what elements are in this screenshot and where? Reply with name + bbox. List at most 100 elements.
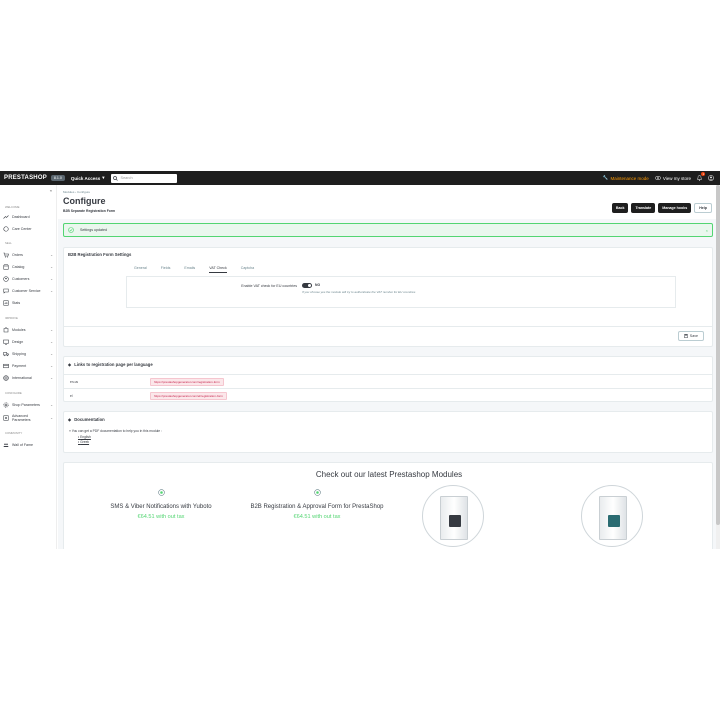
language-code: en-us [70,379,78,384]
tab-vat-check[interactable]: VAT Check [209,266,227,273]
section-improve: IMPROVE [5,316,18,320]
manage-hooks-button[interactable]: Manage hooks [658,203,692,213]
tab-fields[interactable]: Fields [161,266,171,273]
promo-title: Check out our latest Prestashop Modules [315,470,463,479]
documentation-title: Documentation [74,417,105,422]
sidebar-label-advanced-parameters: Advanced Parameters [12,414,31,422]
section-configure: CONFIGURE [5,391,22,395]
doc-link-greek[interactable]: Greek [78,440,91,444]
breadcrumb-configure: Configure [77,190,91,194]
documentation-panel: ◆ Documentation » You can get a PDF docu… [63,411,713,453]
sidebar-item-shop-parameters[interactable]: Shop Parameters ⌄ [3,402,55,408]
product-image[interactable] [422,485,484,547]
sidebar-label-modules: Modules [12,328,26,332]
settings-icon [3,402,9,408]
care-icon [3,226,9,232]
tab-emails[interactable]: Emails [184,266,195,273]
page-title: Configure [63,196,106,206]
chevron-down-icon: ⌄ [50,403,53,407]
promo-module[interactable]: SMS & Viber Notifications with Yuboto €6… [86,486,236,520]
top-bar: PRESTASHOP 8.1.0 Quick Access ▾ Search 🔧… [0,171,720,185]
app-window: PRESTASHOP 8.1.0 Quick Access ▾ Search 🔧… [0,171,720,549]
vat-help-text: If you choose yes the module will try to… [302,290,416,294]
product-box-image [440,496,468,540]
help-button[interactable]: Help [694,203,712,213]
sidebar-item-modules[interactable]: Modules ⌄ [3,327,55,333]
sidebar-label-catalog: Catalog [12,265,25,269]
settings-panel-title: B2B Registration Form Settings [68,252,132,257]
user-icon [708,174,714,181]
sidebar-label-customer-service: Customer Service [12,289,41,293]
search-input[interactable]: Search [110,173,177,183]
notifications-button[interactable]: 1 [697,171,705,182]
table-row: el https://prestashopgenerator.com/el/re… [64,388,712,402]
vat-check-value: NO [315,283,321,287]
registration-url[interactable]: https://prestashopgenerator.com/registra… [150,377,224,386]
registration-url[interactable]: https://prestashopgenerator.com/el/regis… [150,391,227,400]
maintenance-label: Maintenance mode [610,175,649,181]
sidebar-item-wall-of-fame[interactable]: Wall of Fame [3,442,55,448]
chevron-down-icon: ⌄ [50,340,53,344]
eye-icon [654,176,661,180]
documentation-panel-header: ◆ Documentation [64,412,712,426]
module-price: €64.51 with out tax [137,513,185,520]
sidebar-item-orders[interactable]: Orders ⌄ [3,252,55,258]
sidebar-label-design: Design [12,340,24,344]
vat-check-toggle[interactable] [302,283,312,288]
sidebar-item-stats[interactable]: Stats [3,300,55,306]
sidebar-item-international[interactable]: International ⌄ [3,375,55,381]
sidebar-item-dashboard[interactable]: Dashboard [3,214,55,220]
sidebar-item-customer-service[interactable]: Customer Service ⌄ [3,288,55,294]
doc-link-english[interactable]: English [78,435,91,439]
quick-access-label: Quick Access [70,175,101,181]
promo-module[interactable]: B2B Registration & Approval Form for Pre… [242,486,392,520]
back-button[interactable]: Back [611,203,629,213]
scrollbar[interactable] [716,185,720,549]
sidebar-label-wall-of-fame: Wall of Fame [12,443,34,447]
breadcrumb-modules[interactable]: Modules [63,190,74,194]
sidebar-label-payment: Payment [12,364,27,368]
sidebar-item-payment[interactable]: Payment ⌄ [3,363,55,369]
product-image[interactable] [581,485,643,547]
sidebar-item-customers[interactable]: Customers ⌄ [3,276,55,282]
vat-check-label: Enable VAT check for EU countries [241,284,297,288]
module-price: €64.51 with out tax [293,513,341,520]
sidebar-item-advanced-parameters[interactable]: Advanced Parameters ⌄ [3,414,55,422]
view-store-link[interactable]: View my store [654,176,691,181]
wrench-icon: 🔧 [602,175,609,180]
links-panel-title: Links to registration page per language [74,362,153,367]
chevron-down-icon: ⌄ [50,376,53,380]
documentation-text: » You can get a PDF documentation to hel… [69,429,162,433]
prestashop-logo[interactable]: PRESTASHOP [4,175,47,181]
tab-captcha[interactable]: Captcha [241,266,254,273]
scrollbar-thumb[interactable] [716,185,720,525]
store-icon [3,264,9,270]
settings-tabs: General Fields Emails VAT Check Captcha [134,266,254,273]
main-content: Modules › Configure Configure B2B Separa… [58,185,720,549]
promo-panel: Check out our latest Prestashop Modules … [63,462,713,549]
links-panel-header: ◆ Links to registration page per languag… [64,357,712,371]
topbar-right: 🔧 Maintenance mode View my store 1 [603,171,714,185]
maintenance-mode-link[interactable]: 🔧 Maintenance mode [603,175,649,181]
sidebar-label-customers: Customers [12,277,30,281]
sidebar-item-design[interactable]: Design ⌄ [3,339,55,345]
section-sell: SELL [5,241,12,245]
sidebar-label-international: International [12,376,32,380]
collapse-sidebar-icon[interactable]: « [50,188,52,193]
search-placeholder: Search [120,176,133,180]
user-account-button[interactable] [708,174,714,182]
close-alert-icon[interactable]: × [706,228,708,233]
chevron-down-icon: ⌄ [50,265,53,269]
sidebar-item-care-center[interactable]: Care Center [3,226,55,232]
sidebar: « WELCOME Dashboard Care Center SELL Ord… [0,185,57,549]
sidebar-label-shop-parameters: Shop Parameters [12,403,40,407]
chevron-down-icon: ⌄ [50,364,53,368]
translate-button[interactable]: Translate [631,203,656,213]
chat-icon [3,288,9,294]
tab-general[interactable]: General [134,266,147,273]
sidebar-item-shipping[interactable]: Shipping ⌄ [3,351,55,357]
save-button[interactable]: Save [677,331,704,341]
save-label: Save [689,334,698,338]
sidebar-item-catalog[interactable]: Catalog ⌄ [3,264,55,270]
quick-access-menu[interactable]: Quick Access ▾ [71,175,105,181]
